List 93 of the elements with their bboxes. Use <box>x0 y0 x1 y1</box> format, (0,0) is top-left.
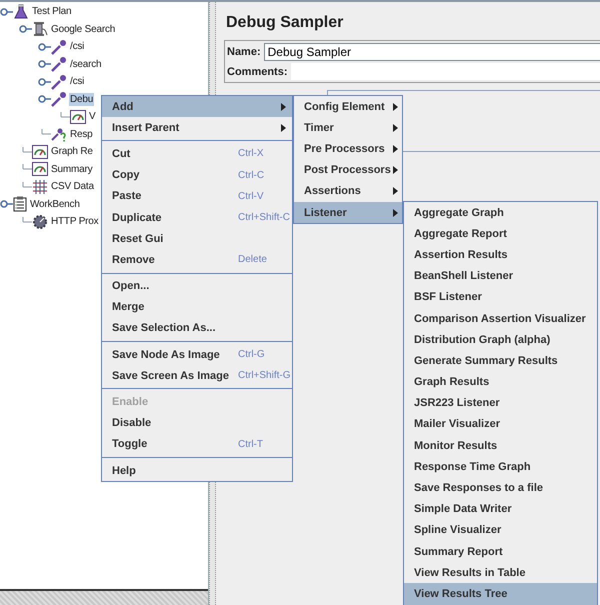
menu-item[interactable]: Merge <box>102 296 292 318</box>
menu-item[interactable]: Response Time Graph <box>404 456 597 478</box>
gauge-window-icon <box>32 144 48 159</box>
expand-handle-icon[interactable] <box>0 6 14 17</box>
tree-node[interactable]: Summary <box>50 162 94 176</box>
expand-handle-icon[interactable] <box>38 94 52 104</box>
shortcut-text: Ctrl-T <box>238 438 263 450</box>
tree-node[interactable]: Test Plan <box>31 5 72 18</box>
comments-label: Comments: <box>227 66 288 78</box>
menu-item[interactable]: View Results in Table <box>404 562 597 584</box>
menu-item[interactable]: Mailer Visualizer <box>404 414 597 436</box>
menu-item[interactable]: Simple Data Writer <box>404 498 597 520</box>
menu-item[interactable]: Aggregate Graph <box>404 202 597 224</box>
menu-item[interactable]: Reset Gui <box>102 228 292 250</box>
menu-item[interactable]: Distribution Graph (alpha) <box>404 329 597 350</box>
submenu-arrow-icon <box>393 166 398 174</box>
menu-item[interactable]: Open... <box>102 276 292 297</box>
menu-item[interactable]: Listener <box>294 202 402 224</box>
clipboard-icon <box>13 196 27 212</box>
horizontal-scrollbar[interactable] <box>0 589 208 605</box>
shortcut-text: Ctrl-V <box>238 190 264 202</box>
gear-icon <box>32 214 48 230</box>
expand-handle-icon[interactable] <box>38 42 52 52</box>
menu-item[interactable]: Remove Delete <box>102 249 292 270</box>
menu-item[interactable]: Paste Ctrl-V <box>102 186 292 207</box>
menu-item[interactable]: Copy Ctrl-C <box>102 164 292 186</box>
tree-node[interactable]: HTTP Prox <box>50 215 100 228</box>
menu-item[interactable]: Timer <box>294 117 402 138</box>
panel-title: Debug Sampler <box>225 13 344 33</box>
name-field[interactable]: Debug Sampler <box>264 43 600 61</box>
menu-item[interactable]: Assertions <box>294 180 402 202</box>
menu-item[interactable]: Save Node As Image Ctrl-G <box>102 344 292 366</box>
tree-node[interactable]: /csi <box>69 40 86 54</box>
menu-item[interactable]: Graph Results <box>404 372 597 393</box>
menu-item[interactable]: Comparison Assertion Visualizer <box>404 308 597 330</box>
submenu-arrow-icon <box>393 102 398 111</box>
menu-item[interactable]: Generate Summary Results <box>404 350 597 372</box>
pipette-icon <box>51 91 67 108</box>
menu-item[interactable]: Save Screen As Image Ctrl+Shift-G <box>102 365 292 386</box>
menu-item[interactable]: Monitor Results <box>404 435 597 456</box>
menu-item[interactable]: Aggregate Report <box>404 223 597 244</box>
submenu-arrow-icon <box>393 208 398 217</box>
submenu-arrow-icon <box>393 144 398 153</box>
tree-node[interactable]: Debu <box>69 92 94 106</box>
submenu-arrow-icon <box>393 187 398 196</box>
spool-icon <box>32 21 48 38</box>
pipette-question-icon <box>51 126 67 142</box>
gauge-window-icon <box>32 162 48 176</box>
menu-item[interactable]: Pre Processors <box>294 138 402 160</box>
shortcut-text: Ctrl-C <box>238 170 264 181</box>
grid-icon <box>32 178 48 195</box>
expand-handle-icon[interactable] <box>38 59 52 70</box>
tree-node[interactable]: CSV Data <box>50 180 95 194</box>
menu-item[interactable]: Cut Ctrl-X <box>102 143 292 165</box>
name-label: Name: <box>227 46 261 58</box>
shortcut-text: Ctrl+Shift-G <box>238 370 291 382</box>
menu-item[interactable]: Add <box>102 96 292 118</box>
flask-icon <box>13 4 29 20</box>
tree-node[interactable]: V <box>88 110 96 124</box>
shortcut-text: Delete <box>238 254 267 266</box>
menu-item[interactable]: Assertion Results <box>404 244 597 266</box>
menu-item[interactable]: View Results Tree <box>404 583 597 605</box>
shortcut-text: Ctrl-X <box>238 148 264 160</box>
menu-item[interactable]: Spline Visualizer <box>404 520 597 541</box>
menu-item[interactable]: Save Responses to a file <box>404 477 597 499</box>
expand-handle-icon[interactable] <box>19 24 33 34</box>
menu-item[interactable]: Post Processors <box>294 160 402 181</box>
menu-item[interactable]: Help <box>102 460 292 482</box>
menu-item[interactable]: Save Selection As... <box>102 318 292 340</box>
menu-item[interactable]: Summary Report <box>404 541 597 562</box>
expand-handle-icon[interactable] <box>0 199 14 210</box>
submenu-arrow-icon <box>393 124 398 132</box>
menu-item[interactable]: Insert Parent <box>102 117 292 138</box>
tree-node[interactable]: /search <box>69 58 102 71</box>
tree-node[interactable]: /csi <box>69 75 86 88</box>
menu-item[interactable]: Config Element <box>294 96 402 118</box>
menu-item[interactable]: Duplicate Ctrl+Shift-C <box>102 206 292 228</box>
menu-item[interactable]: JSR223 Listener <box>404 392 597 414</box>
menu-item[interactable]: BeanShell Listener <box>404 266 597 287</box>
tree-node[interactable]: Resp <box>69 128 94 141</box>
pipette-icon <box>51 74 67 90</box>
gauge-window-icon <box>70 110 86 124</box>
menu-item[interactable]: Toggle Ctrl-T <box>102 434 292 455</box>
tree-node[interactable]: Google Search <box>50 22 116 36</box>
tree-node[interactable]: Graph Re <box>50 145 94 158</box>
tree-node[interactable]: WorkBench <box>29 198 81 211</box>
pipette-icon <box>51 38 67 55</box>
shortcut-text: Ctrl+Shift-C <box>238 212 290 224</box>
menu-item[interactable]: BSF Listener <box>404 286 597 308</box>
shortcut-text: Ctrl-G <box>238 349 265 360</box>
pipette-icon <box>51 56 67 72</box>
menu-item[interactable]: Disable <box>102 412 292 434</box>
expand-handle-icon[interactable] <box>38 76 52 87</box>
